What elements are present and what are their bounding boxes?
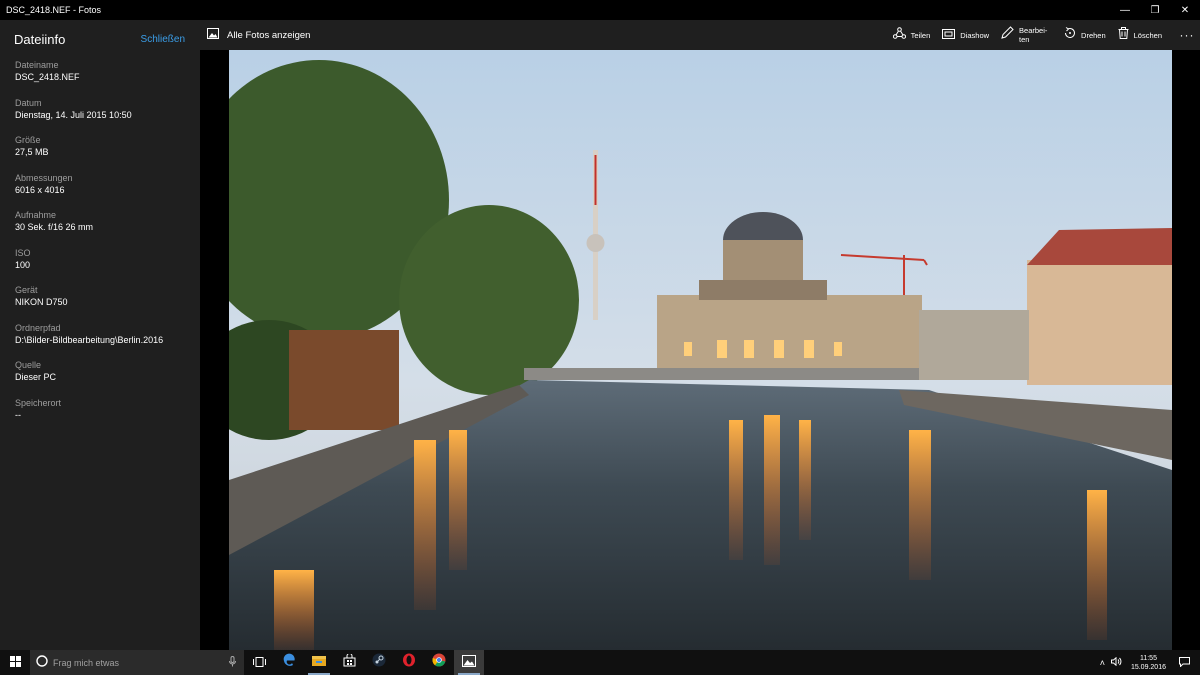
file-info-header: Dateiinfo Schließen — [0, 20, 200, 50]
clock-date: 15.09.2016 — [1130, 663, 1166, 671]
file-info-title: Dateiinfo — [14, 31, 66, 47]
info-item-size: Größe 27,5 MB — [15, 133, 200, 171]
info-value: 30 Sek. f/16 26 mm — [15, 222, 94, 232]
info-item-iso: ISO 100 — [15, 246, 200, 284]
info-value: DSC_2418.NEF — [15, 72, 80, 82]
file-explorer-icon — [312, 654, 326, 672]
rotate-button[interactable]: Drehen — [1063, 26, 1106, 44]
info-value: Dieser PC — [15, 372, 57, 382]
slideshow-icon — [942, 26, 956, 44]
share-label: Teilen — [910, 30, 931, 40]
start-button[interactable] — [0, 650, 30, 675]
chrome-icon — [432, 653, 446, 672]
photo-image — [229, 50, 1172, 650]
rotate-icon — [1063, 26, 1076, 44]
share-button[interactable]: Teilen — [892, 26, 931, 44]
close-window-button[interactable]: ✕ — [1170, 0, 1200, 20]
edit-label: Bearbei-ten — [1019, 26, 1048, 44]
info-item-location: Speicherort -- — [15, 396, 200, 434]
show-all-photos-label: Alle Fotos anzeigen — [227, 29, 311, 41]
share-icon — [892, 26, 906, 44]
opera-icon — [402, 653, 416, 672]
file-info-list: Dateiname DSC_2418.NEF Datum Dienstag, 1… — [0, 50, 200, 433]
image-icon — [207, 26, 219, 44]
taskbar-app-file-explorer[interactable] — [304, 650, 334, 675]
chevron-up-icon[interactable]: ˄ — [1100, 658, 1105, 668]
more-options-button[interactable]: ··· — [1174, 28, 1200, 42]
taskbar-app-steam[interactable] — [364, 650, 394, 675]
viewer-toolbar: Alle Fotos anzeigen Teilen Diashow Bearb… — [200, 20, 1200, 50]
slideshow-button[interactable]: Diashow — [942, 26, 989, 44]
info-item-source: Quelle Dieser PC — [15, 358, 200, 396]
info-label: Quelle — [15, 360, 42, 370]
show-all-photos-button[interactable]: Alle Fotos anzeigen — [200, 26, 893, 44]
info-label: Gerät — [15, 285, 38, 295]
photos-icon — [462, 654, 476, 672]
info-label: Speicherort — [15, 397, 62, 408]
taskbar-app-chrome[interactable] — [424, 650, 454, 675]
info-value: 6016 x 4016 — [15, 184, 65, 195]
microphone-icon[interactable] — [229, 654, 236, 672]
info-label: Abmessungen — [15, 172, 73, 183]
task-view-button[interactable] — [244, 650, 274, 675]
info-item-folder-path: Ordnerpfad D:\Bilder-Bildbearbeitung\Ber… — [15, 321, 200, 359]
maximize-button[interactable]: ❐ — [1140, 0, 1170, 20]
slideshow-label: Diashow — [960, 30, 990, 40]
info-value: 100 — [15, 259, 31, 270]
info-item-dimensions: Abmessungen 6016 x 4016 — [15, 171, 200, 209]
search-placeholder: Frag mich etwas — [53, 657, 120, 668]
store-icon — [343, 652, 356, 672]
info-label: Größe — [15, 135, 41, 145]
steam-icon — [372, 653, 386, 672]
info-value: -- — [15, 409, 21, 420]
taskbar-app-photos[interactable] — [454, 650, 484, 675]
task-view-icon — [252, 654, 266, 672]
edit-button[interactable]: Bearbei-ten — [1001, 26, 1051, 44]
trash-icon — [1118, 26, 1129, 44]
pencil-icon — [1001, 26, 1014, 44]
taskbar: Frag mich etwas ˄ 11:55 15.09.2016 — [0, 650, 1200, 675]
info-value: 27,5 MB — [15, 147, 49, 157]
taskbar-app-opera[interactable] — [394, 650, 424, 675]
info-label: ISO — [15, 247, 31, 258]
close-info-link[interactable]: Schließen — [141, 34, 185, 45]
window-title: DSC_2418.NEF - Fotos — [6, 5, 102, 15]
info-label: Aufnahme — [15, 210, 57, 220]
file-info-panel: Dateiinfo Schließen Dateiname DSC_2418.N… — [0, 20, 200, 650]
info-item-date: Datum Dienstag, 14. Juli 2015 10:50 — [15, 96, 200, 134]
info-item-device: Gerät NIKON D750 — [15, 283, 200, 321]
cortana-icon — [36, 654, 48, 672]
info-value: NIKON D750 — [15, 297, 68, 307]
clock-time: 11:55 — [1139, 654, 1157, 662]
info-label: Ordnerpfad — [15, 322, 61, 333]
windows-logo-icon — [9, 654, 21, 672]
info-value: Dienstag, 14. Juli 2015 10:50 — [15, 109, 132, 120]
minimize-button[interactable]: — — [1110, 0, 1140, 20]
search-box[interactable]: Frag mich etwas — [30, 650, 244, 675]
delete-label: Löschen — [1133, 30, 1162, 40]
info-label: Datum — [15, 97, 42, 108]
action-center-icon[interactable] — [1179, 656, 1190, 669]
info-item-filename: Dateiname DSC_2418.NEF — [15, 58, 200, 96]
info-label: Dateiname — [15, 60, 59, 70]
volume-icon[interactable] — [1110, 656, 1122, 668]
taskbar-app-store[interactable] — [334, 650, 364, 675]
delete-button[interactable]: Löschen — [1118, 26, 1162, 44]
photo-viewer: Alle Fotos anzeigen Teilen Diashow Bearb… — [200, 20, 1200, 650]
title-bar: DSC_2418.NEF - Fotos — ❐ ✕ — [0, 0, 1200, 20]
taskbar-app-edge[interactable] — [274, 650, 304, 675]
system-tray: ˄ 11:55 15.09.2016 — [1097, 650, 1200, 675]
clock[interactable]: 11:55 15.09.2016 — [1131, 654, 1166, 672]
info-value[interactable]: D:\Bilder-Bildbearbeitung\Berlin.2016 — [15, 334, 200, 347]
edge-icon — [282, 653, 296, 672]
info-item-exposure: Aufnahme 30 Sek. f/16 26 mm — [15, 208, 200, 246]
rotate-label: Drehen — [1081, 30, 1106, 40]
